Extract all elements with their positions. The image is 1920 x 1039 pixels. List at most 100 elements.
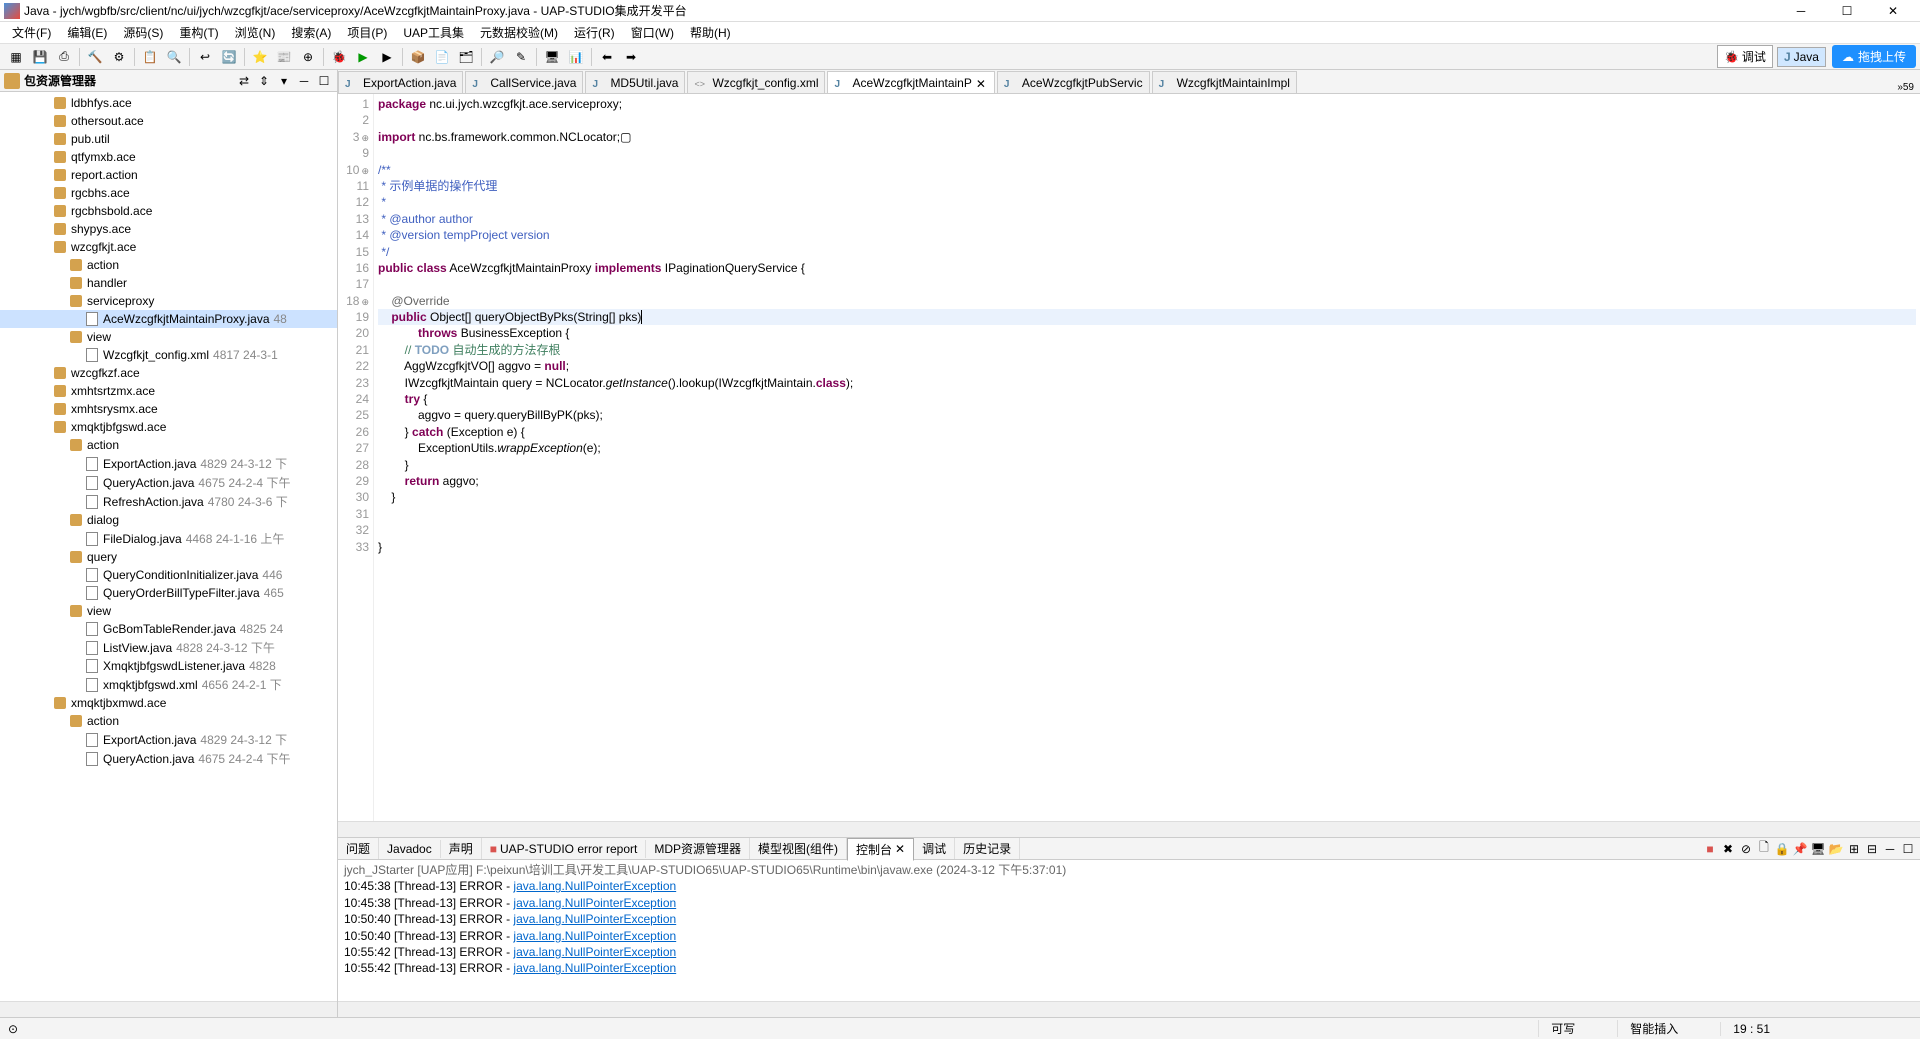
- line-gutter[interactable]: 1239101112131415161718192021222324252627…: [338, 94, 374, 821]
- tab-overflow-button[interactable]: »59: [1891, 82, 1920, 93]
- bottom-tab[interactable]: 声明: [441, 838, 482, 859]
- console-clear-button[interactable]: 🗋: [1756, 841, 1772, 857]
- toolbar-btn-14[interactable]: ✎: [510, 46, 532, 68]
- toolbar-btn-7[interactable]: ⭐: [249, 46, 271, 68]
- tree-package[interactable]: action: [0, 712, 337, 730]
- menu-window[interactable]: 窗口(W): [623, 22, 682, 43]
- perspective-debug[interactable]: 🐞 调试: [1717, 45, 1773, 68]
- editor-tab[interactable]: ExportAction.java: [338, 71, 463, 93]
- menu-file[interactable]: 文件(F): [4, 22, 59, 43]
- menu-refactor[interactable]: 重构(T): [171, 22, 226, 43]
- toolbar-btn-4[interactable]: 🔍: [163, 46, 185, 68]
- menu-help[interactable]: 帮助(H): [682, 22, 739, 43]
- console-open-button[interactable]: 📂: [1828, 841, 1844, 857]
- bottom-tab[interactable]: ■UAP-STUDIO error report: [482, 840, 647, 858]
- tree-package[interactable]: rgcbhsbold.ace: [0, 202, 337, 220]
- tree-package[interactable]: xmhtsrysmx.ace: [0, 400, 337, 418]
- bottom-tab[interactable]: MDP资源管理器: [646, 838, 750, 859]
- toolbar-btn-12[interactable]: 🗂: [455, 46, 477, 68]
- stacktrace-link[interactable]: java.lang.NullPointerException: [513, 945, 676, 959]
- toolbar-btn-11[interactable]: 📄: [431, 46, 453, 68]
- tree-package[interactable]: rgcbhs.ace: [0, 184, 337, 202]
- toolbar-btn-5[interactable]: ↩: [194, 46, 216, 68]
- close-button[interactable]: ✕: [1870, 0, 1916, 22]
- save-all-button[interactable]: ⎙: [53, 46, 75, 68]
- toolbar-btn-1[interactable]: 🔨: [84, 46, 106, 68]
- tree-file[interactable]: GcBomTableRender.java4825 24: [0, 620, 337, 638]
- tree-package[interactable]: serviceproxy: [0, 292, 337, 310]
- stacktrace-link[interactable]: java.lang.NullPointerException: [513, 961, 676, 975]
- tree-file[interactable]: ExportAction.java4829 24-3-12 下: [0, 454, 337, 473]
- bottom-tab[interactable]: 调试: [914, 838, 955, 859]
- menu-source[interactable]: 源码(S): [115, 22, 171, 43]
- nav-back-button[interactable]: ⬅: [596, 46, 618, 68]
- editor-tab[interactable]: Wzcgfkjt_config.xml: [687, 71, 825, 93]
- tree-hscroll[interactable]: [0, 1001, 337, 1017]
- link-editor-button[interactable]: ⇕: [255, 72, 273, 90]
- console-output[interactable]: jych_JStarter [UAP应用] F:\peixun\培训工具\开发工…: [338, 860, 1920, 1001]
- console-remove-button[interactable]: ✖: [1720, 841, 1736, 857]
- tree-file[interactable]: ListView.java4828 24-3-12 下午: [0, 638, 337, 657]
- toolbar-btn-13[interactable]: 🔎: [486, 46, 508, 68]
- code-content[interactable]: package nc.ui.jych.wzcgfkjt.ace.servicep…: [374, 94, 1920, 821]
- console-remove-all-button[interactable]: ⊘: [1738, 841, 1754, 857]
- tree-package[interactable]: action: [0, 436, 337, 454]
- tree-file[interactable]: FileDialog.java4468 24-1-16 上午: [0, 529, 337, 548]
- toolbar-btn-16[interactable]: 📊: [565, 46, 587, 68]
- console-minimize-button[interactable]: ─: [1882, 841, 1898, 857]
- tree-package[interactable]: xmhtsrtzmx.ace: [0, 382, 337, 400]
- toolbar-btn-9[interactable]: ⊕: [297, 46, 319, 68]
- tree-file[interactable]: XmqktjbfgswdListener.java4828: [0, 657, 337, 675]
- toolbar-btn-3[interactable]: 📋: [139, 46, 161, 68]
- bottom-tab[interactable]: 控制台✕: [847, 838, 914, 861]
- tree-package[interactable]: view: [0, 328, 337, 346]
- tree-package[interactable]: xmqktjbxmwd.ace: [0, 694, 337, 712]
- save-button[interactable]: 💾: [29, 46, 51, 68]
- toolbar-btn-10[interactable]: 📦: [407, 46, 429, 68]
- stacktrace-link[interactable]: java.lang.NullPointerException: [513, 929, 676, 943]
- perspective-java[interactable]: J Java: [1777, 47, 1826, 67]
- tree-package[interactable]: wzcgfkjt.ace: [0, 238, 337, 256]
- run-button[interactable]: ▶: [352, 46, 374, 68]
- menu-search[interactable]: 搜索(A): [283, 22, 339, 43]
- editor-tab[interactable]: CallService.java: [465, 71, 583, 93]
- toolbar-btn-8[interactable]: 📰: [273, 46, 295, 68]
- tree-package[interactable]: report.action: [0, 166, 337, 184]
- new-button[interactable]: ▦: [5, 46, 27, 68]
- tree-file[interactable]: QueryAction.java4675 24-2-4 下午: [0, 749, 337, 768]
- menu-uap[interactable]: UAP工具集: [395, 22, 472, 43]
- tree-package[interactable]: othersout.ace: [0, 112, 337, 130]
- tree-file[interactable]: AceWzcgfkjtMaintainProxy.java48: [0, 310, 337, 328]
- menu-run[interactable]: 运行(R): [566, 22, 623, 43]
- tab-close-icon[interactable]: ✕: [895, 842, 905, 856]
- editor-tab[interactable]: WzcgfkjtMaintainImpl: [1152, 71, 1297, 93]
- stacktrace-link[interactable]: java.lang.NullPointerException: [513, 912, 676, 926]
- view-menu-button[interactable]: ▾: [275, 72, 293, 90]
- menu-project[interactable]: 项目(P): [339, 22, 395, 43]
- editor-hscroll[interactable]: [338, 821, 1920, 837]
- nav-fwd-button[interactable]: ➡: [620, 46, 642, 68]
- console-pin-button[interactable]: 📌: [1792, 841, 1808, 857]
- tree-file[interactable]: ExportAction.java4829 24-3-12 下: [0, 730, 337, 749]
- package-tree[interactable]: ldbhfys.aceothersout.acepub.utilqtfymxb.…: [0, 92, 337, 1001]
- bottom-tab[interactable]: 模型视图(组件): [750, 838, 847, 859]
- console-terminate-button[interactable]: ■: [1702, 841, 1718, 857]
- tree-package[interactable]: pub.util: [0, 130, 337, 148]
- console-maximize-button[interactable]: ☐: [1900, 841, 1916, 857]
- menu-edit[interactable]: 编辑(E): [59, 22, 115, 43]
- minimize-button[interactable]: ─: [1778, 0, 1824, 22]
- tree-package[interactable]: dialog: [0, 511, 337, 529]
- tree-package[interactable]: action: [0, 256, 337, 274]
- tree-package[interactable]: view: [0, 602, 337, 620]
- maximize-button[interactable]: ☐: [1824, 0, 1870, 22]
- tree-package[interactable]: qtfymxb.ace: [0, 148, 337, 166]
- tree-file[interactable]: xmqktjbfgswd.xml4656 24-2-1 下: [0, 675, 337, 694]
- console-scroll-lock-button[interactable]: 🔒: [1774, 841, 1790, 857]
- minimize-view-button[interactable]: ─: [295, 72, 313, 90]
- toolbar-btn-2[interactable]: ⚙: [108, 46, 130, 68]
- collapse-all-button[interactable]: ⇄: [235, 72, 253, 90]
- console-btn-10[interactable]: ⊟: [1864, 841, 1880, 857]
- run-ext-button[interactable]: ▶: [376, 46, 398, 68]
- tree-package[interactable]: ldbhfys.ace: [0, 94, 337, 112]
- tree-file[interactable]: QueryConditionInitializer.java446: [0, 566, 337, 584]
